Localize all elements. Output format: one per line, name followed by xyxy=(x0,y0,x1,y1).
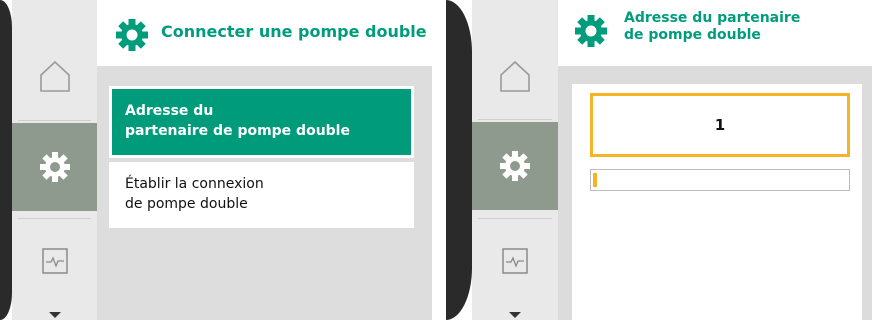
display-bezel xyxy=(0,0,12,320)
rail-monitor-button[interactable] xyxy=(472,226,558,296)
menu-item-label: Adresse du xyxy=(125,103,214,119)
menu-item-label: de pompe double xyxy=(125,196,248,212)
left-nav-rail xyxy=(12,0,97,320)
page-title: Adresse du partenaire de pompe double xyxy=(624,10,864,44)
rail-divider xyxy=(18,218,91,219)
screen-header: Connecter une pompe double xyxy=(97,0,432,66)
display-bezel xyxy=(446,0,472,320)
rail-home-button[interactable] xyxy=(472,36,558,116)
left-nav-rail xyxy=(472,0,558,320)
page-title: Connecter une pompe double xyxy=(161,22,427,41)
menu-area: Adresse du partenaire de pompe double Ét… xyxy=(97,66,432,320)
address-value-field[interactable]: 1 xyxy=(590,93,850,157)
gear-icon xyxy=(500,151,530,181)
address-value: 1 xyxy=(714,116,726,134)
screen-header: Adresse du partenaire de pompe double xyxy=(558,0,872,66)
scroll-down-arrow-icon[interactable] xyxy=(509,312,521,318)
rail-divider xyxy=(478,218,552,219)
gear-icon xyxy=(575,15,607,47)
menu-item-partner-address[interactable]: Adresse du partenaire de pompe double xyxy=(109,86,414,158)
rail-home-button[interactable] xyxy=(12,36,97,116)
page-title-line: Adresse du partenaire xyxy=(624,10,801,26)
menu-item-establish-connection[interactable]: Établir la connexion de pompe double xyxy=(109,162,414,228)
rail-monitor-button[interactable] xyxy=(12,226,97,296)
monitor-icon xyxy=(41,248,68,274)
rail-settings-button[interactable] xyxy=(12,123,97,211)
scroll-down-arrow-icon[interactable] xyxy=(48,312,61,318)
left-screen: Connecter une pompe double Adresse du pa… xyxy=(0,0,432,320)
menu-item-label: Établir la connexion xyxy=(125,176,264,192)
gear-icon xyxy=(39,152,70,182)
rail-divider xyxy=(478,119,552,120)
monitor-icon xyxy=(502,248,528,274)
home-icon xyxy=(39,60,70,92)
gear-icon xyxy=(116,19,148,51)
editor-panel: 1 xyxy=(572,84,862,320)
value-range-bar xyxy=(590,169,850,191)
rail-settings-button[interactable] xyxy=(472,122,558,210)
editor-area: 1 xyxy=(558,66,872,320)
home-icon xyxy=(500,60,530,92)
page-title-line: de pompe double xyxy=(624,27,761,43)
right-screen: Adresse du partenaire de pompe double 1 xyxy=(446,0,872,320)
value-range-fill xyxy=(593,173,597,187)
rail-divider xyxy=(18,120,91,121)
menu-item-label: partenaire de pompe double xyxy=(125,123,350,139)
